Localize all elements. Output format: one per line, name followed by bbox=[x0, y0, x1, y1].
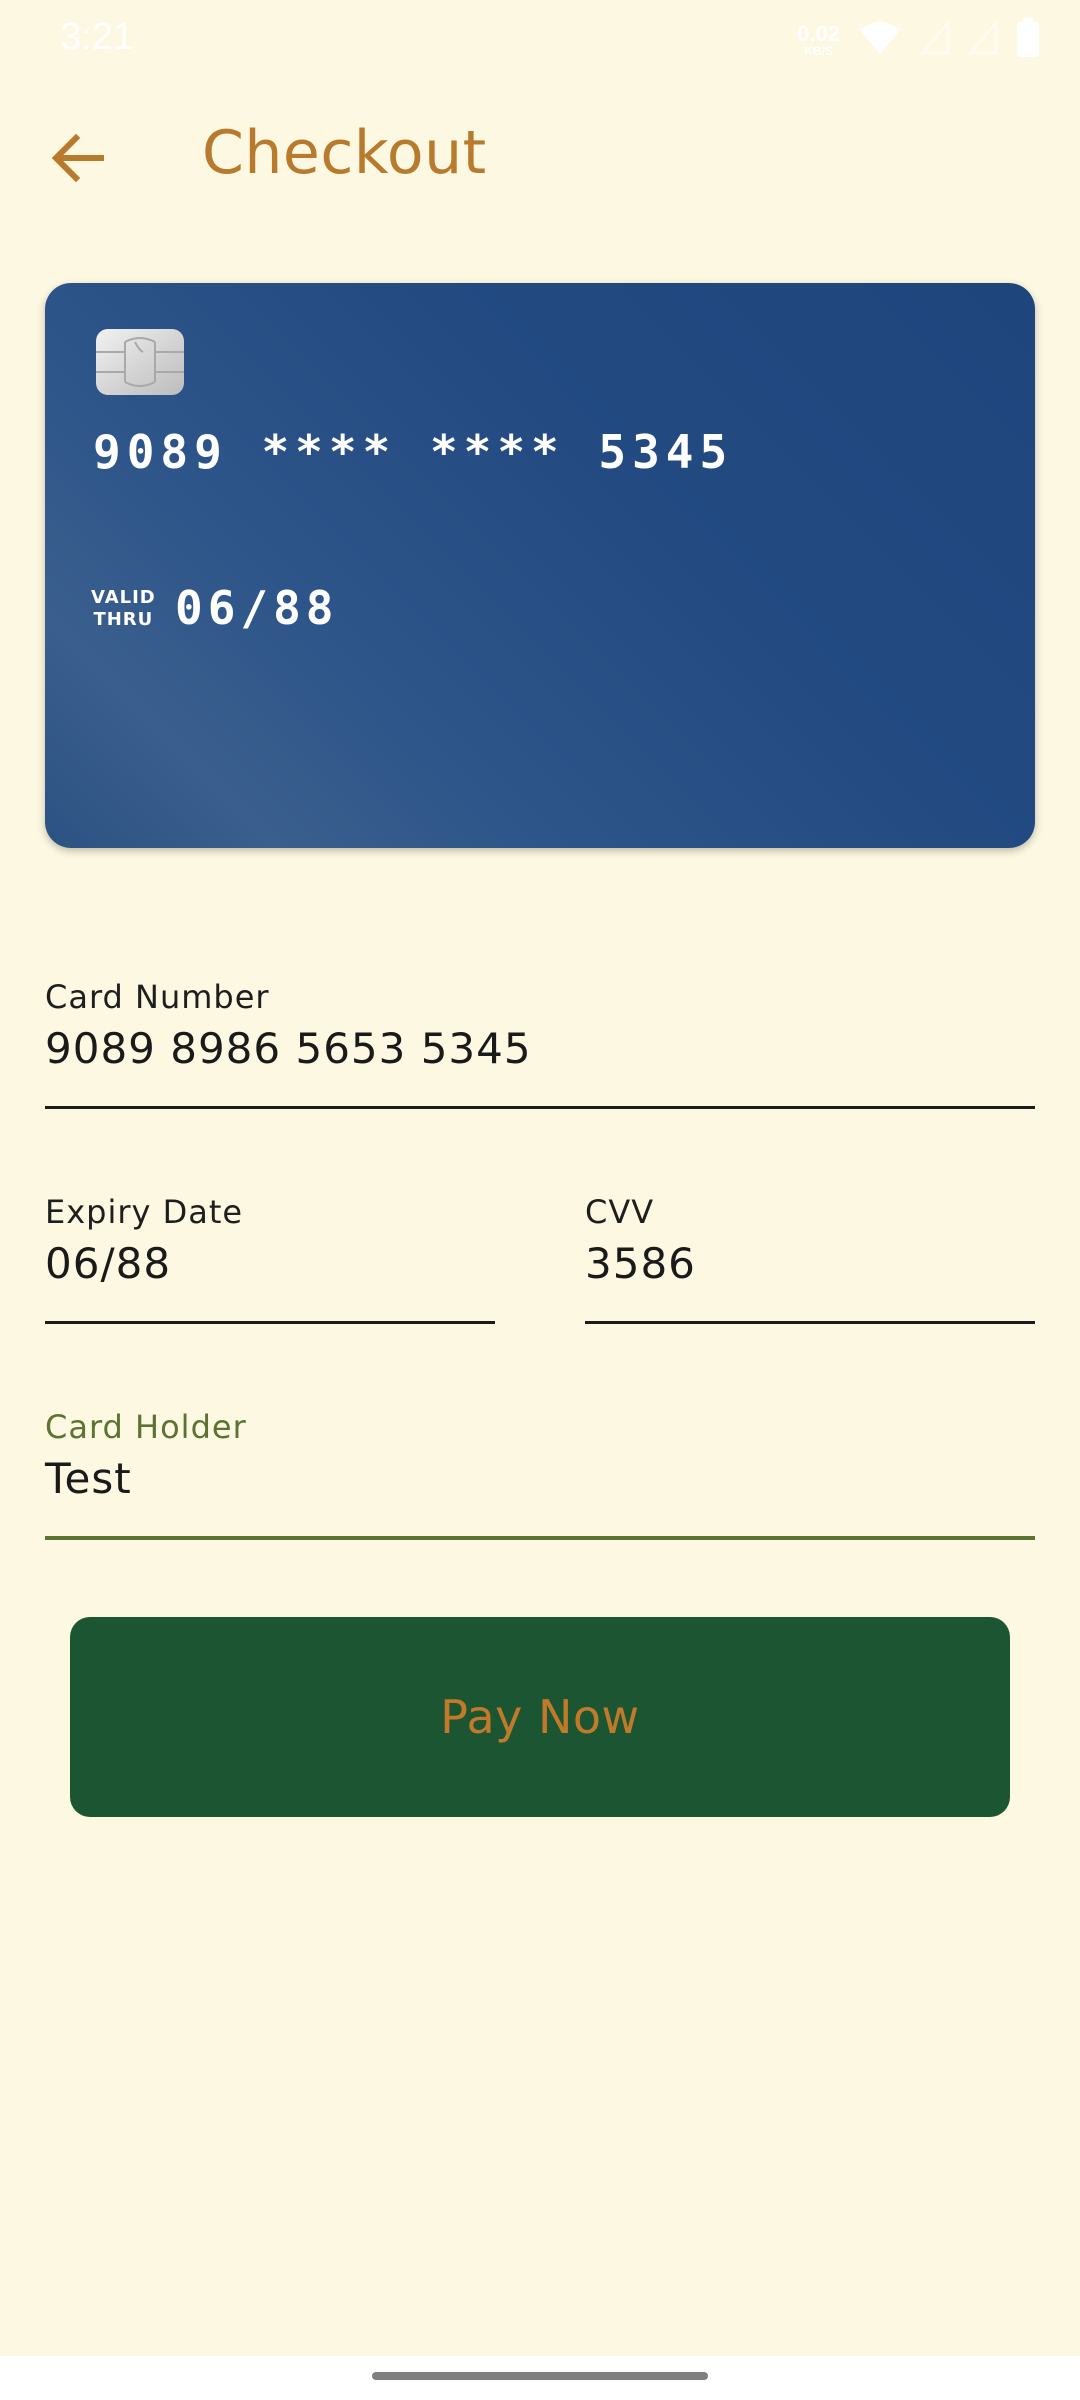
valid-thru-line1: VALID bbox=[91, 587, 156, 608]
back-button[interactable] bbox=[40, 122, 116, 198]
arrow-left-icon bbox=[51, 133, 105, 186]
credit-card-preview: 9089 **** **** 5345 VALID THRU 06/88 bbox=[45, 283, 1035, 848]
expiry-date-label: Expiry Date bbox=[45, 1193, 244, 1231]
chip-icon bbox=[95, 328, 185, 396]
valid-thru-label: VALID THRU bbox=[91, 587, 156, 631]
network-speed-unit: KB/S bbox=[804, 44, 833, 58]
network-speed: 0.02 KB/S bbox=[797, 21, 840, 58]
pay-now-button[interactable]: Pay Now bbox=[70, 1617, 1010, 1817]
battery-icon bbox=[1016, 18, 1040, 62]
cvv-field[interactable]: CVV 3586 bbox=[585, 1193, 1035, 1324]
card-number-field[interactable]: Card Number 9089 8986 5653 5345 bbox=[45, 978, 1035, 1109]
app-bar: Checkout bbox=[0, 100, 1080, 220]
wifi-icon bbox=[858, 20, 902, 60]
network-speed-value: 0.02 bbox=[797, 21, 840, 46]
status-time: 3:21 bbox=[60, 16, 134, 58]
home-handle[interactable] bbox=[372, 2372, 708, 2380]
status-bar: 3:21 0.02 KB/S bbox=[0, 0, 1080, 82]
card-expiry: 06/88 bbox=[175, 581, 339, 635]
card-number-masked: 9089 **** **** 5345 bbox=[93, 425, 734, 479]
card-holder-input[interactable]: Test bbox=[45, 1454, 132, 1503]
card-number-input[interactable]: 9089 8986 5653 5345 bbox=[45, 1024, 532, 1073]
valid-thru-line2: THRU bbox=[93, 609, 154, 630]
navigation-bar bbox=[0, 2356, 1080, 2400]
cvv-input[interactable]: 3586 bbox=[585, 1239, 696, 1288]
signal-icon bbox=[966, 18, 998, 59]
page-title: Checkout bbox=[202, 118, 487, 188]
expiry-date-field[interactable]: Expiry Date 06/88 bbox=[45, 1193, 495, 1324]
pay-now-label: Pay Now bbox=[440, 1690, 640, 1744]
card-number-label: Card Number bbox=[45, 978, 270, 1016]
card-holder-label: Card Holder bbox=[45, 1408, 247, 1446]
status-icons: 0.02 KB/S bbox=[797, 18, 1040, 62]
signal-icon bbox=[918, 18, 950, 59]
cvv-label: CVV bbox=[585, 1193, 655, 1231]
expiry-date-input[interactable]: 06/88 bbox=[45, 1239, 171, 1288]
card-holder-field[interactable]: Card Holder Test bbox=[45, 1408, 1035, 1540]
